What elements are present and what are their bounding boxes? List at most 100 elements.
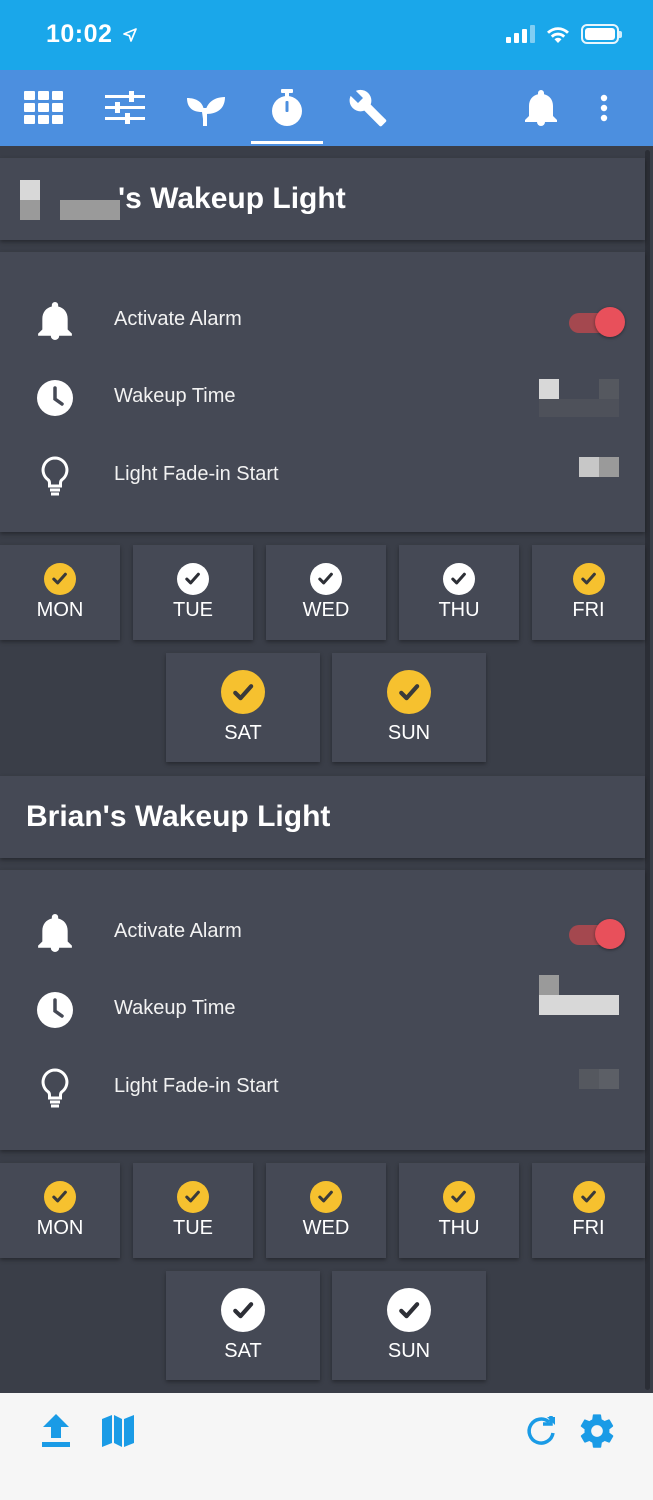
check-circle-icon — [387, 670, 431, 714]
day-label: WED — [302, 599, 350, 621]
grid-icon — [24, 91, 63, 124]
activate-alarm-row[interactable]: Activate Alarm — [0, 898, 645, 968]
day-label: FRI — [572, 599, 605, 621]
bell-icon — [36, 302, 74, 340]
day-button-fri[interactable]: FRI — [532, 1163, 645, 1258]
day-label: MON — [36, 1217, 84, 1239]
refresh-icon — [527, 1416, 555, 1445]
location-arrow-icon — [123, 28, 137, 43]
check-circle-icon — [221, 670, 265, 714]
sprout-icon — [187, 97, 225, 126]
day-label: TUE — [173, 599, 213, 621]
redacted-value — [539, 995, 619, 1015]
clock-text: 10:02 — [46, 20, 113, 48]
day-button-fri[interactable]: FRI — [532, 545, 645, 640]
clock-icon — [36, 991, 74, 1029]
section-1-settings: Activate Alarm Wakeup Time Light Fade-in… — [0, 252, 645, 532]
battery-icon — [581, 24, 622, 44]
refresh-button[interactable] — [520, 1409, 564, 1453]
cellular-signal-icon — [506, 25, 535, 43]
activate-alarm-label: Activate Alarm — [114, 308, 242, 330]
clock-icon — [36, 379, 74, 417]
redacted-value — [539, 975, 559, 995]
wakeup-time-label: Wakeup Time — [114, 385, 236, 407]
day-label: SAT — [224, 722, 262, 744]
main-content[interactable]: 's Wakeup Light Activate Alarm Wakeup Ti… — [0, 146, 653, 1393]
day-label: THU — [438, 1217, 480, 1239]
check-circle-icon — [443, 563, 475, 595]
check-circle-icon — [44, 563, 76, 595]
day-button-wed[interactable]: WED — [266, 545, 386, 640]
activate-alarm-row[interactable]: Activate Alarm — [0, 286, 645, 356]
redacted-block — [60, 200, 120, 220]
redacted-value — [599, 1069, 619, 1089]
section-1-title: 's Wakeup Light — [118, 182, 346, 215]
section-2-settings: Activate Alarm Wakeup Time Light Fade-in… — [0, 870, 645, 1150]
day-label: TUE — [173, 1217, 213, 1239]
day-label: SUN — [387, 1340, 431, 1362]
activate-alarm-toggle[interactable] — [565, 916, 625, 950]
light-fade-label: Light Fade-in Start — [114, 1075, 279, 1097]
lightbulb-icon — [36, 456, 74, 496]
bell-icon — [525, 90, 557, 126]
light-fade-row[interactable]: Light Fade-in Start — [0, 441, 645, 511]
day-button-thu[interactable]: THU — [399, 1163, 519, 1258]
status-bar: 10:02 — [0, 0, 653, 70]
day-button-wed[interactable]: WED — [266, 1163, 386, 1258]
activate-alarm-toggle[interactable] — [565, 304, 625, 338]
redacted-value — [599, 379, 619, 399]
redacted-block — [20, 180, 40, 200]
redacted-value — [579, 1069, 599, 1089]
day-label: WED — [302, 1217, 350, 1239]
nav-more[interactable] — [566, 70, 642, 146]
day-button-sat[interactable]: SAT — [166, 653, 320, 762]
redacted-value — [599, 457, 619, 477]
status-time: 10:02 — [46, 20, 138, 49]
check-circle-icon — [310, 1181, 342, 1213]
day-button-tue[interactable]: TUE — [133, 545, 253, 640]
nav-sprout[interactable] — [168, 70, 244, 146]
day-button-mon[interactable]: MON — [0, 1163, 120, 1258]
day-label: MON — [36, 599, 84, 621]
lightbulb-icon — [36, 1068, 74, 1108]
check-circle-icon — [572, 563, 605, 595]
wakeup-time-row[interactable]: Wakeup Time — [0, 975, 645, 1045]
stopwatch-icon — [272, 89, 302, 126]
wakeup-time-row[interactable]: Wakeup Time — [0, 363, 645, 433]
section-2-header: Brian's Wakeup Light — [0, 776, 645, 858]
top-nav — [0, 70, 653, 146]
check-circle-icon — [177, 563, 209, 595]
check-circle-icon — [221, 1288, 265, 1332]
check-circle-icon — [44, 1181, 76, 1213]
day-button-sun[interactable]: SUN — [332, 1271, 486, 1380]
nav-timer[interactable] — [249, 70, 325, 146]
light-fade-row[interactable]: Light Fade-in Start — [0, 1053, 645, 1123]
day-button-tue[interactable]: TUE — [133, 1163, 253, 1258]
wrench-icon — [349, 89, 387, 127]
settings-icon — [580, 1414, 614, 1448]
check-circle-icon — [310, 563, 342, 595]
map-button[interactable] — [96, 1409, 140, 1453]
section-1-header: 's Wakeup Light — [0, 158, 645, 240]
nav-sliders[interactable] — [87, 70, 163, 146]
redacted-block — [20, 200, 40, 220]
redacted-value — [579, 457, 599, 477]
status-icons — [506, 24, 622, 44]
scrollbar[interactable] — [645, 150, 650, 1390]
nav-grid[interactable] — [6, 70, 82, 146]
light-fade-label: Light Fade-in Start — [114, 463, 279, 485]
check-circle-icon — [387, 1288, 431, 1332]
sliders-icon — [105, 91, 145, 124]
section-2-title: Brian's Wakeup Light — [26, 800, 331, 833]
activate-alarm-label: Activate Alarm — [114, 920, 242, 942]
upload-button[interactable] — [34, 1409, 78, 1453]
day-button-sun[interactable]: SUN — [332, 653, 486, 762]
day-button-thu[interactable]: THU — [399, 545, 519, 640]
redacted-value — [539, 399, 619, 417]
nav-tools[interactable] — [330, 70, 406, 146]
day-button-sat[interactable]: SAT — [166, 1271, 320, 1380]
day-button-mon[interactable]: MON — [0, 545, 120, 640]
day-label: THU — [438, 599, 480, 621]
settings-button[interactable] — [575, 1409, 619, 1453]
bottom-toolbar — [0, 1393, 653, 1500]
